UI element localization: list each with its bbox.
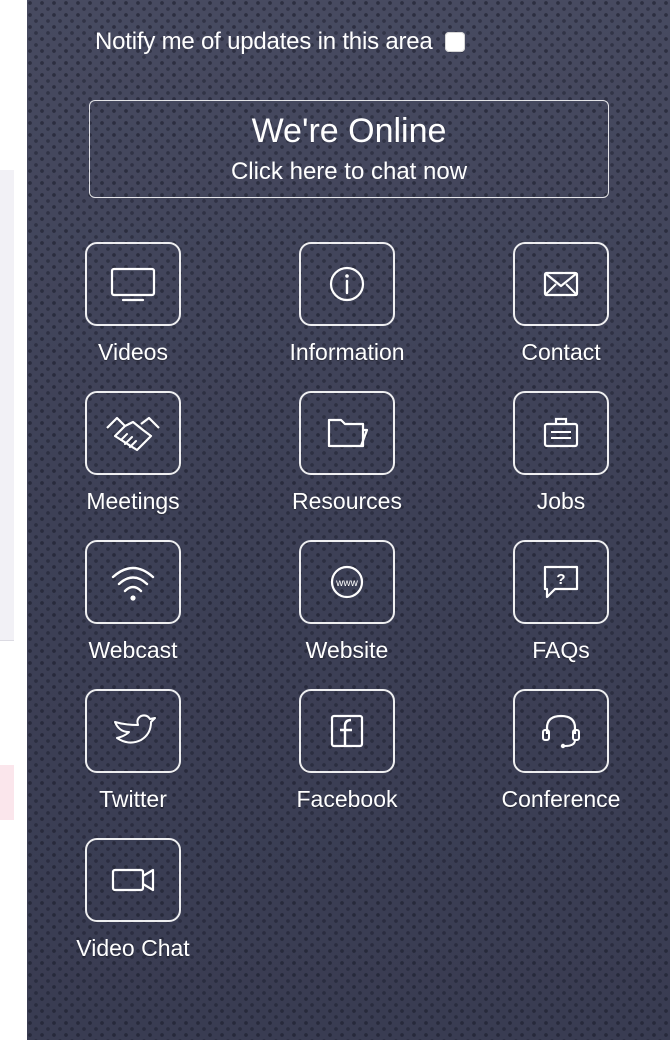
tile-meetings[interactable]: Meetings <box>33 391 233 531</box>
headset-icon <box>542 714 580 749</box>
links-grid: Videos Information Contact Meetings Reso… <box>27 0 670 1040</box>
tile-faqs-frame: ? <box>513 540 609 624</box>
question-bubble-icon: ? <box>543 565 579 599</box>
tile-information-frame <box>299 242 395 326</box>
tile-resources[interactable]: Resources <box>247 391 447 531</box>
handshake-icon <box>106 416 160 452</box>
tile-label: FAQs <box>532 637 590 663</box>
tile-jobs-frame <box>513 391 609 475</box>
tile-conference-frame <box>513 689 609 773</box>
tile-label: Conference <box>501 786 621 812</box>
info-icon <box>329 266 365 302</box>
tile-label: Information <box>289 339 405 365</box>
tile-label: Contact <box>521 339 601 365</box>
tile-videos[interactable]: Videos <box>33 242 233 382</box>
tile-videos-frame <box>85 242 181 326</box>
tile-label: Resources <box>292 488 402 514</box>
tile-website-frame: www <box>299 540 395 624</box>
tile-contact[interactable]: Contact <box>461 242 661 382</box>
tile-label: Video Chat <box>76 935 190 961</box>
background-divider <box>0 640 14 641</box>
video-camera-icon <box>111 868 155 892</box>
tile-twitter[interactable]: Twitter <box>33 689 233 829</box>
twitter-icon <box>114 714 156 744</box>
tile-meetings-frame <box>85 391 181 475</box>
tile-video-chat[interactable]: Video Chat <box>33 838 233 978</box>
background-gray-band <box>0 170 14 640</box>
facebook-icon <box>330 714 364 748</box>
tile-label: Webcast <box>88 637 178 663</box>
tile-label: Videos <box>98 339 168 365</box>
tile-faqs[interactable]: ? FAQs <box>461 540 661 680</box>
wifi-icon <box>111 566 155 601</box>
tile-video-chat-frame <box>85 838 181 922</box>
envelope-icon <box>543 271 579 297</box>
tile-conference[interactable]: Conference <box>461 689 661 829</box>
tile-webcast-frame <box>85 540 181 624</box>
tile-label: Website <box>305 637 389 663</box>
folder-icon <box>327 418 369 448</box>
tile-label: Facebook <box>296 786 398 812</box>
tile-facebook-frame <box>299 689 395 773</box>
tile-webcast[interactable]: Webcast <box>33 540 233 680</box>
background-page-strip <box>0 0 27 1040</box>
tile-twitter-frame <box>85 689 181 773</box>
monitor-icon <box>110 267 156 302</box>
www-icon: www <box>330 565 364 599</box>
tile-label: Twitter <box>99 786 167 812</box>
tile-website[interactable]: www Website <box>247 540 447 680</box>
briefcase-icon <box>543 417 579 448</box>
tile-resources-frame <box>299 391 395 475</box>
tile-label: Jobs <box>536 488 586 514</box>
svg-text:www: www <box>335 578 358 589</box>
background-pink-band <box>0 765 14 820</box>
tile-label: Meetings <box>86 488 180 514</box>
tile-contact-frame <box>513 242 609 326</box>
svg-text:?: ? <box>556 571 565 588</box>
tile-information[interactable]: Information <box>247 242 447 382</box>
tile-facebook[interactable]: Facebook <box>247 689 447 829</box>
quick-links-panel: Notify me of updates in this area We're … <box>27 0 670 1040</box>
tile-jobs[interactable]: Jobs <box>461 391 661 531</box>
